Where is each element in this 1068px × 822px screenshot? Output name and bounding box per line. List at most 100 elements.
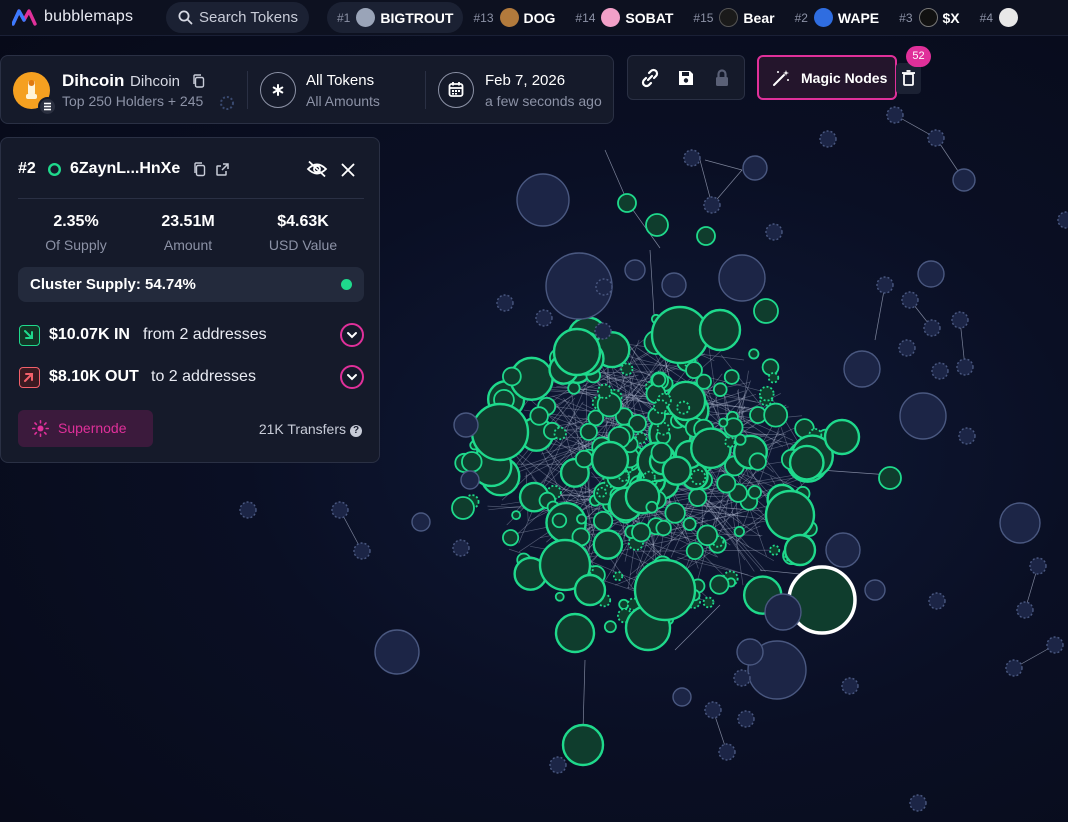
- holder-bubble[interactable]: [633, 558, 697, 622]
- holder-bubble[interactable]: [682, 517, 697, 531]
- external-link-icon[interactable]: [215, 162, 230, 177]
- holder-bubble[interactable]: [703, 196, 721, 214]
- holder-bubble[interactable]: [696, 226, 716, 246]
- hide-wallet-icon[interactable]: [306, 160, 328, 178]
- holder-bubble[interactable]: [624, 259, 646, 281]
- expand-outflow-button[interactable]: [340, 365, 364, 389]
- holder-bubble[interactable]: [886, 106, 904, 124]
- holder-bubble[interactable]: [451, 496, 475, 520]
- holder-bubble[interactable]: [718, 417, 729, 428]
- holder-bubble[interactable]: [597, 383, 613, 400]
- token-tab-sobat[interactable]: #14 SOBAT: [565, 2, 683, 33]
- holder-bubble[interactable]: [1029, 557, 1047, 575]
- holder-bubble[interactable]: [661, 455, 692, 486]
- token-tab-wape[interactable]: #2 WAPE: [785, 2, 890, 33]
- holder-bubble[interactable]: [651, 372, 667, 388]
- holder-bubble[interactable]: [917, 260, 945, 288]
- holder-bubble[interactable]: [574, 449, 594, 469]
- supernode-button[interactable]: Supernode: [18, 410, 153, 447]
- token-filter-button[interactable]: [260, 72, 296, 108]
- holder-bubble[interactable]: [618, 598, 630, 610]
- holder-bubble[interactable]: [461, 451, 483, 473]
- holder-bubble[interactable]: [825, 532, 861, 568]
- date-picker-button[interactable]: [438, 72, 474, 108]
- holder-bubble[interactable]: [645, 500, 659, 514]
- holder-bubble[interactable]: [765, 223, 783, 241]
- holder-bubble[interactable]: [709, 574, 730, 595]
- holder-bubble[interactable]: [767, 372, 780, 384]
- holder-bubble[interactable]: [593, 510, 614, 532]
- token-tab-x[interactable]: #3 $X: [889, 2, 969, 33]
- holder-bubble[interactable]: [561, 723, 605, 767]
- holder-bubble[interactable]: [664, 502, 686, 524]
- holder-bubble[interactable]: [788, 444, 825, 481]
- holder-bubble[interactable]: [411, 512, 431, 532]
- holder-bubble[interactable]: [554, 612, 596, 654]
- holder-bubble[interactable]: [655, 519, 672, 537]
- holder-bubble[interactable]: [676, 400, 691, 415]
- holder-bubble[interactable]: [516, 173, 570, 227]
- holder-bubble[interactable]: [239, 501, 257, 519]
- holder-bubble[interactable]: [747, 485, 762, 500]
- help-icon[interactable]: ?: [350, 425, 362, 437]
- holder-bubble[interactable]: [592, 529, 624, 560]
- copy-address-icon[interactable]: [193, 162, 206, 177]
- holder-bubble[interactable]: [551, 512, 568, 529]
- save-icon[interactable]: [674, 66, 698, 90]
- holder-bubble[interactable]: [452, 539, 470, 557]
- holder-bubble[interactable]: [695, 373, 712, 390]
- holder-bubble[interactable]: [753, 298, 779, 324]
- holder-bubble[interactable]: [502, 366, 522, 387]
- holder-bubble[interactable]: [763, 402, 789, 428]
- holder-bubble[interactable]: [690, 427, 732, 470]
- holder-bubble[interactable]: [595, 278, 613, 296]
- holder-bubble[interactable]: [723, 369, 740, 385]
- holder-bubble[interactable]: [353, 542, 371, 560]
- holder-bubble[interactable]: [764, 593, 802, 631]
- holder-bubble[interactable]: [843, 350, 881, 388]
- holder-bubble[interactable]: [898, 339, 916, 357]
- search-tokens-button[interactable]: Search Tokens: [166, 2, 309, 33]
- holder-bubble[interactable]: [864, 579, 886, 601]
- holder-bubble[interactable]: [764, 489, 816, 541]
- holder-bubble[interactable]: [552, 327, 602, 377]
- holder-bubble[interactable]: [460, 470, 480, 490]
- holder-bubble[interactable]: [690, 469, 707, 486]
- holder-bubble[interactable]: [899, 392, 947, 440]
- holder-bubble[interactable]: [567, 381, 581, 395]
- holder-bubble[interactable]: [631, 522, 652, 543]
- holder-bubble[interactable]: [453, 412, 479, 438]
- holder-bubble[interactable]: [502, 529, 520, 547]
- holder-bubble[interactable]: [718, 743, 736, 761]
- holder-bubble[interactable]: [617, 193, 637, 213]
- holder-bubble[interactable]: [1057, 211, 1068, 229]
- holder-bubble[interactable]: [685, 542, 704, 561]
- holder-bubble[interactable]: [704, 701, 722, 719]
- holder-bubble[interactable]: [769, 544, 781, 556]
- close-icon[interactable]: [341, 163, 355, 177]
- holder-bubble[interactable]: [909, 794, 927, 812]
- holder-bubble[interactable]: [470, 402, 530, 462]
- holder-bubble[interactable]: [553, 426, 567, 441]
- holder-bubble[interactable]: [683, 149, 701, 167]
- holder-bubble[interactable]: [511, 510, 522, 521]
- holder-bubble[interactable]: [733, 669, 751, 687]
- holder-bubble[interactable]: [1005, 659, 1023, 677]
- holder-bubble[interactable]: [923, 319, 941, 337]
- holder-bubble[interactable]: [579, 422, 598, 441]
- holder-bubble[interactable]: [529, 406, 549, 426]
- holder-bubble[interactable]: [737, 710, 755, 728]
- holder-bubble[interactable]: [724, 436, 736, 448]
- holder-bubble[interactable]: [573, 573, 607, 607]
- holder-bubble[interactable]: [748, 452, 767, 471]
- holder-bubble[interactable]: [1046, 636, 1064, 654]
- holder-bubble[interactable]: [783, 533, 817, 567]
- holder-bubble[interactable]: [999, 502, 1041, 544]
- holder-bubble[interactable]: [331, 501, 349, 519]
- holder-bubble[interactable]: [927, 129, 945, 147]
- holder-bubble[interactable]: [620, 362, 634, 376]
- lock-icon[interactable]: [710, 66, 734, 90]
- holder-bubble[interactable]: [374, 629, 420, 675]
- holder-bubble[interactable]: [901, 291, 919, 309]
- holder-bubble[interactable]: [841, 677, 859, 695]
